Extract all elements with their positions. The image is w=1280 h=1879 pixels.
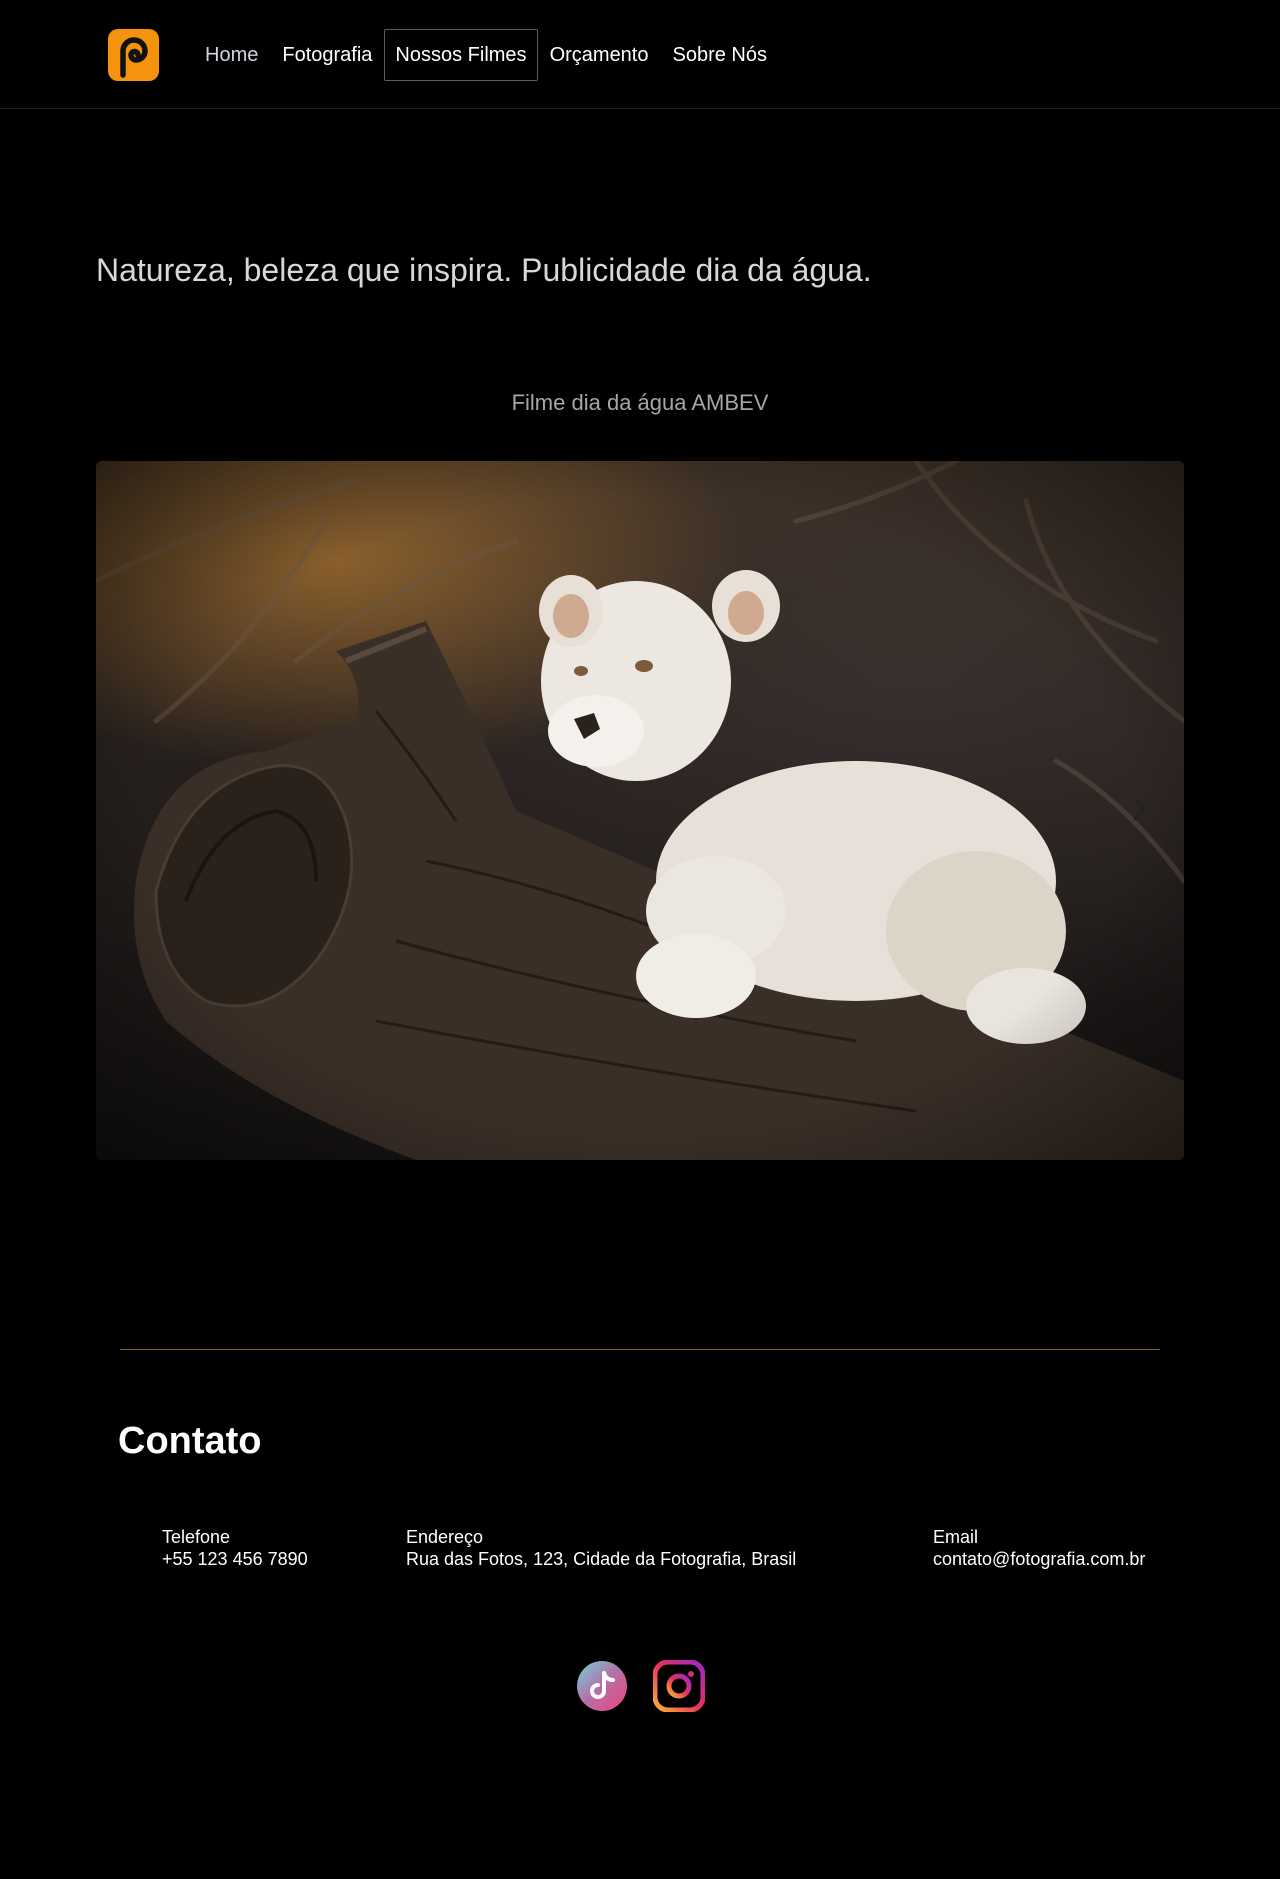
nav-orcamento[interactable]: Orçamento xyxy=(538,29,661,81)
contact-email-value[interactable]: contato@fotografia.com.br xyxy=(933,1548,1145,1570)
instagram-link[interactable] xyxy=(652,1659,706,1713)
carousel-prev-button[interactable] xyxy=(126,791,156,827)
chevron-left-icon xyxy=(134,797,147,821)
carousel-image xyxy=(96,461,1184,1160)
page-headline: Natureza, beleza que inspira. Publicidad… xyxy=(96,252,872,288)
logo-icon xyxy=(120,37,148,78)
tiktok-icon xyxy=(577,1661,627,1711)
contact-email-label: Email xyxy=(933,1527,979,1547)
footer-divider xyxy=(120,1349,1160,1350)
nav-sobre-nos[interactable]: Sobre Nós xyxy=(661,29,780,81)
instagram-icon xyxy=(652,1659,706,1713)
film-carousel[interactable] xyxy=(96,461,1184,1160)
nav-fotografia[interactable]: Fotografia xyxy=(270,29,384,81)
main-nav: Home Fotografia Nossos Filmes Orçamento … xyxy=(193,29,779,81)
contact-email: Email contato@fotografia.com.br xyxy=(933,1526,1145,1570)
film-title: Filme dia da água AMBEV xyxy=(511,390,769,415)
contact-address-label: Endereço xyxy=(406,1527,484,1547)
tiktok-link[interactable] xyxy=(576,1660,628,1712)
contact-phone-label: Telefone xyxy=(162,1527,231,1547)
chevron-right-icon xyxy=(1133,797,1146,821)
site-header: Home Fotografia Nossos Filmes Orçamento … xyxy=(0,0,1280,109)
contact-address: Endereço Rua das Fotos, 123, Cidade da F… xyxy=(406,1526,796,1570)
contact-phone: Telefone +55 123 456 7890 xyxy=(162,1526,308,1570)
nav-nossos-filmes[interactable]: Nossos Filmes xyxy=(384,29,538,81)
contact-title: Contato xyxy=(118,1420,262,1462)
contact-phone-value[interactable]: +55 123 456 7890 xyxy=(162,1548,308,1570)
logo[interactable] xyxy=(108,29,159,81)
carousel-next-button[interactable] xyxy=(1124,791,1154,827)
contact-address-value: Rua das Fotos, 123, Cidade da Fotografia… xyxy=(406,1549,797,1569)
nav-home[interactable]: Home xyxy=(193,29,270,81)
